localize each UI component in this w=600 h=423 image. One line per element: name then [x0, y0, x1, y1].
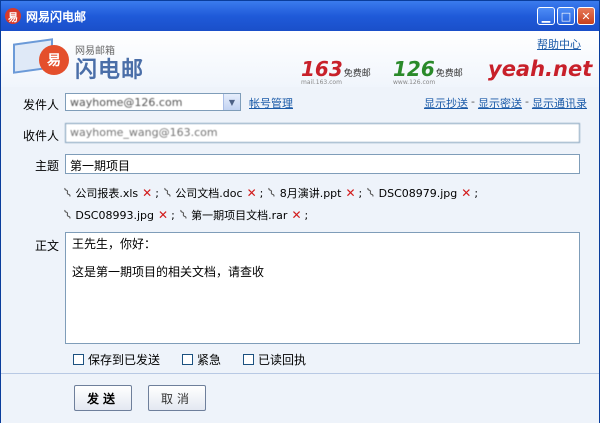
- from-account-value: wayhome@126.com: [70, 95, 183, 109]
- urgent-option[interactable]: 紧急: [182, 351, 221, 368]
- delete-x-icon[interactable]: ✕: [345, 186, 355, 200]
- brand-yeah-name: yeah.net: [488, 57, 593, 81]
- delete-x-icon[interactable]: ✕: [461, 186, 471, 200]
- attachment-item: ⌇ 第一期项目文档.rar ✕;: [177, 206, 309, 224]
- paperclip-icon: ⌇: [61, 206, 75, 224]
- window-title: 网易闪电邮: [26, 9, 87, 24]
- chevron-down-icon[interactable]: ▼: [223, 94, 240, 110]
- attachment-item: ⌇ DSC08979.jpg ✕;: [364, 184, 479, 202]
- subject-label: 主题: [34, 159, 59, 173]
- brand-163: 163 免费邮 mail.163.com: [301, 57, 371, 86]
- send-button[interactable]: 发送: [74, 385, 132, 411]
- help-center-link[interactable]: 帮助中心: [537, 36, 581, 52]
- brand-163-free: 免费邮: [343, 69, 371, 79]
- attachment-name[interactable]: 公司报表.xls: [75, 185, 138, 201]
- message-body-editor[interactable]: 王先生，你好： 这是第一期项目的相关文档，请查收: [65, 232, 580, 344]
- save-sent-label: 保存到已发送: [88, 353, 161, 367]
- save-sent-option[interactable]: 保存到已发送: [73, 351, 160, 368]
- paperclip-icon: ⌇: [177, 206, 191, 224]
- attachment-item: ⌇ DSC08993.jpg ✕;: [61, 206, 175, 224]
- delete-x-icon[interactable]: ✕: [158, 208, 168, 222]
- netease-logo-icon: 易: [39, 45, 69, 75]
- show-contacts-link[interactable]: 显示通讯录: [532, 95, 587, 111]
- attachment-item: ⌇ 公司文档.doc ✕;: [161, 184, 264, 202]
- show-cc-link[interactable]: 显示抄送: [424, 95, 468, 111]
- paperclip-icon: ⌇: [161, 184, 175, 202]
- body-text: 这是第一期项目的相关文档，请查收: [72, 265, 265, 279]
- urgent-checkbox[interactable]: [182, 354, 194, 365]
- brand-126-number: 126: [393, 57, 435, 81]
- compose-window: 易 网易闪电邮 ▁ □ ✕ 易 网易邮箱 闪电邮 帮助中心 163 免费邮 ma…: [0, 0, 600, 423]
- paperclip-icon: ⌇: [61, 184, 75, 202]
- send-options: 保存到已发送 紧急 已读回执: [73, 351, 328, 368]
- from-label: 发件人: [22, 98, 59, 112]
- paperclip-icon: ⌇: [364, 184, 378, 202]
- recipient-input[interactable]: wayhome_wang@163.com: [65, 123, 580, 143]
- brand-126-free: 免费邮: [435, 69, 463, 79]
- to-label: 收件人: [22, 129, 59, 143]
- attachment-name[interactable]: 第一期项目文档.rar: [191, 207, 287, 223]
- subject-input[interactable]: 第一期项目: [65, 154, 580, 174]
- read-receipt-label: 已读回执: [258, 353, 307, 367]
- save-sent-checkbox[interactable]: [73, 354, 84, 365]
- attachment-list-row-1: ⌇ 公司报表.xls ✕; ⌇ 公司文档.doc ✕; ⌇ 8月演讲.ppt ✕…: [61, 184, 484, 202]
- header-banner: 易 网易邮箱 闪电邮 帮助中心 163 免费邮 mail.163.com 126…: [1, 31, 599, 87]
- read-receipt-option[interactable]: 已读回执: [243, 351, 306, 368]
- attachment-name[interactable]: 8月演讲.ppt: [280, 185, 342, 201]
- header-links: 显示抄送 - 显示密送 - 显示通讯录: [424, 95, 587, 111]
- app-logo-icon: 易: [5, 8, 21, 24]
- close-button[interactable]: ✕: [577, 7, 595, 25]
- attachment-name[interactable]: 公司文档.doc: [175, 185, 242, 201]
- brand-163-domain: mail.163.com: [301, 79, 342, 86]
- brand-163-number: 163: [301, 57, 343, 81]
- minimize-button[interactable]: ▁: [537, 7, 555, 25]
- attachment-list-row-2: ⌇ DSC08993.jpg ✕; ⌇ 第一期项目文档.rar ✕;: [61, 206, 314, 224]
- link-separator: -: [471, 95, 475, 108]
- delete-x-icon[interactable]: ✕: [291, 208, 301, 222]
- attachment-item: ⌇ 公司报表.xls ✕;: [61, 184, 159, 202]
- attachment-item: ⌇ 8月演讲.ppt ✕;: [266, 184, 363, 202]
- account-manage-link[interactable]: 帐号管理: [249, 95, 293, 111]
- body-greeting: 王先生，你好：: [72, 237, 157, 251]
- body-label: 正文: [34, 239, 59, 253]
- brand-126-domain: www.126.com: [393, 79, 436, 86]
- paperclip-icon: ⌇: [266, 184, 280, 202]
- read-receipt-checkbox[interactable]: [243, 354, 255, 365]
- title-bar: 易 网易闪电邮 ▁ □ ✕: [1, 1, 599, 31]
- link-separator: -: [524, 95, 529, 108]
- brand-yeah: yeah.net: [488, 57, 592, 81]
- brand-126: 126 免费邮 www.126.com: [393, 57, 463, 86]
- attachment-name[interactable]: DSC08979.jpg: [379, 187, 458, 200]
- from-account-select[interactable]: wayhome@126.com ▼: [65, 93, 241, 111]
- urgent-label: 紧急: [197, 353, 222, 367]
- footer-bar: 发送 取消: [1, 373, 599, 423]
- cancel-button[interactable]: 取消: [148, 385, 206, 411]
- attachment-name[interactable]: DSC08993.jpg: [75, 209, 154, 222]
- show-bcc-link[interactable]: 显示密送: [478, 95, 522, 111]
- logo-title: 闪电邮: [75, 58, 145, 83]
- maximize-button[interactable]: □: [557, 7, 575, 25]
- delete-x-icon[interactable]: ✕: [142, 186, 152, 200]
- delete-x-icon[interactable]: ✕: [247, 186, 257, 200]
